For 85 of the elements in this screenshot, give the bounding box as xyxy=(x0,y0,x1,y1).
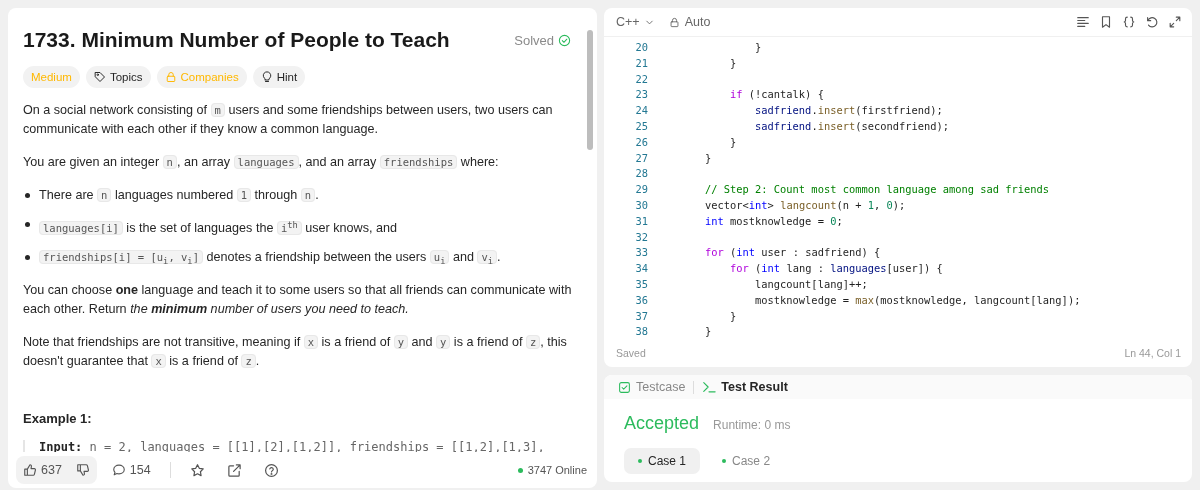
line-number: 38 xyxy=(634,324,648,340)
thumbs-up-icon xyxy=(23,463,37,477)
checkbox-icon xyxy=(618,380,631,394)
code-line: for (int user : sadfriend) { xyxy=(704,245,881,261)
save-status: Saved xyxy=(616,347,646,360)
bullet-icon xyxy=(25,193,30,198)
panel-tab[interactable]: Testcase xyxy=(616,380,688,395)
hint-tag[interactable]: Hint xyxy=(252,66,306,88)
auto-mode-label: Auto xyxy=(684,15,711,29)
list-item-text: friendships[i] = [u$_{i}$, v$_{i}$] denotes a friendship between the users u$_{i}$ and v$_{i}$ . xyxy=(39,247,501,271)
line-number: 31 xyxy=(634,213,648,229)
online-count: 3747 Online xyxy=(527,464,587,476)
code-line: } xyxy=(704,150,712,166)
solved-status: Solved xyxy=(514,32,571,48)
check-circle-icon xyxy=(558,33,571,47)
line-number: 26 xyxy=(634,134,648,150)
expand-icon[interactable] xyxy=(1168,15,1182,29)
case-tab[interactable]: Case 2 xyxy=(708,448,785,474)
line-number: 33 xyxy=(634,245,648,261)
thumbs-down-icon xyxy=(75,463,90,477)
verdict-text: Accepted xyxy=(624,413,700,434)
line-number: 24 xyxy=(634,103,648,119)
list-item-text: languages[i] is the set of languages the i$^{th}$ user knows, and xyxy=(39,215,397,238)
case-tab[interactable]: Case 1 xyxy=(624,448,701,474)
code-line: } xyxy=(704,324,712,340)
status-dot xyxy=(722,459,727,463)
description-paragraph: Note that friendships are not transitive, meaning if x is a friend of y and y is a friend of z , this doesn't guarantee that x is a friend of z . xyxy=(23,333,568,370)
terminal-icon xyxy=(702,380,717,395)
line-number: 32 xyxy=(634,229,648,245)
braces-icon[interactable] xyxy=(1122,15,1136,29)
problem-title: 1733. Minimum Number of People to Teach xyxy=(23,28,450,52)
line-number: 36 xyxy=(634,292,648,308)
bullet-icon xyxy=(25,254,30,260)
speech-bubble-icon xyxy=(111,463,126,477)
line-number: 29 xyxy=(634,182,648,198)
code-line: int mostknowledge = 0; xyxy=(704,213,843,229)
code-line: langcount[lang]++; xyxy=(754,276,868,292)
language-selector[interactable]: C++ xyxy=(616,15,655,29)
line-number: 37 xyxy=(634,308,648,324)
line-number: 34 xyxy=(634,261,648,277)
code-line: vector<int> langcount(n + 1, 0); xyxy=(704,197,906,213)
line-number: 27 xyxy=(634,150,648,166)
online-status-dot xyxy=(517,467,523,473)
share-icon[interactable] xyxy=(226,462,242,478)
list-item-text: There are n languages numbered 1 through n . xyxy=(39,187,319,204)
example-heading: Example 1: xyxy=(23,410,93,426)
line-number: 21 xyxy=(634,55,648,71)
undo-icon[interactable] xyxy=(1145,15,1159,29)
line-number: 23 xyxy=(634,87,648,103)
code-line: } xyxy=(729,55,737,71)
line-number: 25 xyxy=(634,119,648,134)
help-icon[interactable] xyxy=(263,462,279,478)
code-line: sadfriend.insert(firstfriend); xyxy=(754,103,943,119)
lightbulb-icon xyxy=(260,71,273,83)
code-line: for (int lang : languages[user]) { xyxy=(729,261,943,277)
status-dot xyxy=(638,459,642,463)
scrollbar[interactable] xyxy=(587,30,593,150)
difficulty-badge: Medium xyxy=(23,66,80,88)
description-paragraph: On a social network consisting of m users and some friendships between users, two users can communicate with each other if they know a common language. xyxy=(23,102,554,138)
comments-button[interactable]: 154 xyxy=(104,456,158,484)
bullet-icon xyxy=(25,222,30,227)
line-number: 22 xyxy=(634,71,648,87)
bookmark-icon[interactable] xyxy=(1099,15,1113,29)
cursor-position: Ln 44, Col 1 xyxy=(1124,347,1181,360)
line-number: 20 xyxy=(634,40,648,55)
format-lines-icon[interactable] xyxy=(1076,15,1090,29)
line-number: 30 xyxy=(634,197,648,213)
code-line: if (!cantalk) { xyxy=(729,87,824,103)
tag-icon xyxy=(93,71,106,83)
code-line: sadfriend.insert(secondfriend); xyxy=(754,119,950,134)
description-paragraph: You can choose one language and teach it to some users so that all friends can communicate with each other. Return the minimum number of users you need to teach. xyxy=(23,281,573,318)
runtime-text: Runtime: 0 ms xyxy=(713,418,791,432)
description-paragraph: You are given an integer n , an array languages , and an array friendships where: xyxy=(23,154,500,171)
code-line: } xyxy=(729,308,737,324)
lock-icon xyxy=(668,16,680,28)
topics-tag[interactable]: Topics xyxy=(85,66,151,88)
star-icon[interactable] xyxy=(189,462,205,478)
code-line: // Step 2: Count most common language among sad friends xyxy=(704,182,1050,198)
code-line: } xyxy=(729,134,737,150)
line-number: 35 xyxy=(634,276,648,292)
code-line: } xyxy=(754,40,762,55)
lock-icon xyxy=(164,71,177,83)
code-line: mostknowledge = max(mostknowledge, langcount[lang]); xyxy=(754,292,1081,308)
panel-tab[interactable]: Test Result xyxy=(700,380,790,395)
line-number: 28 xyxy=(634,166,648,182)
